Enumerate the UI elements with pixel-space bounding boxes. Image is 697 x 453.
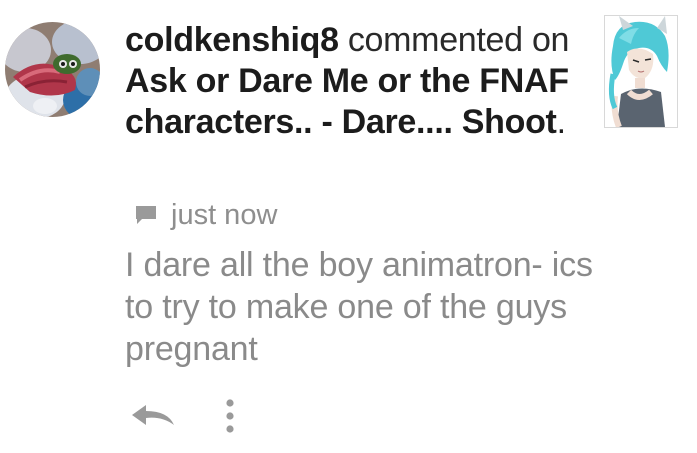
speech-bubble-icon bbox=[135, 205, 157, 225]
post-thumbnail[interactable] bbox=[604, 15, 678, 128]
reply-arrow-icon bbox=[132, 405, 174, 425]
avatar-image bbox=[5, 22, 100, 117]
thumbnail-image bbox=[605, 16, 677, 127]
more-options-button[interactable] bbox=[218, 396, 242, 436]
reply-button[interactable] bbox=[128, 398, 178, 434]
timestamp: just now bbox=[171, 198, 278, 231]
notification-headline: coldkenshiq8 commented on Ask or Dare Me… bbox=[125, 20, 595, 143]
comment-text: I dare all the boy animatron- ics to try… bbox=[125, 246, 593, 368]
notification-actions bbox=[128, 396, 242, 436]
user-avatar[interactable] bbox=[5, 22, 100, 117]
notification-meta: just now bbox=[135, 197, 277, 233]
post-title-link[interactable]: Ask or Dare Me or the FNAF characters.. … bbox=[125, 62, 569, 141]
username-link[interactable]: coldkenshiq8 bbox=[125, 21, 339, 59]
action-text: commented bbox=[347, 21, 523, 59]
vertical-dots-icon bbox=[226, 399, 234, 433]
preposition-text: on bbox=[531, 21, 570, 59]
notification-body: coldkenshiq8 commented on Ask or Dare Me… bbox=[125, 20, 595, 143]
trailing-punctuation: . bbox=[556, 103, 566, 141]
